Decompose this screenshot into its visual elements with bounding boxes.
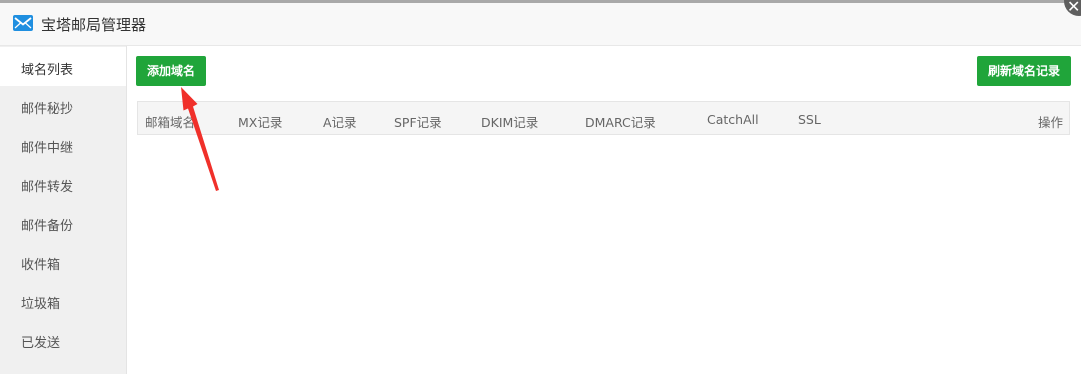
annotation-arrow-icon: [181, 87, 219, 191]
